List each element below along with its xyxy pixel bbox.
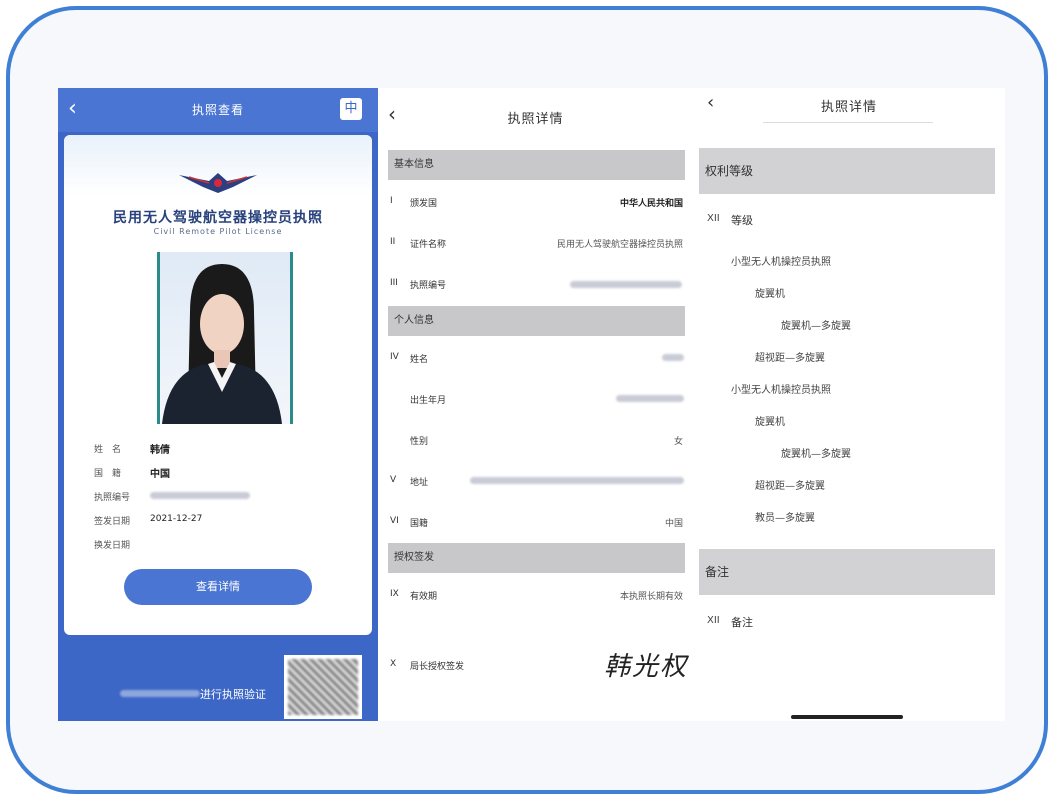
verify-text: 进行执照验证 [200, 688, 266, 701]
page-title: 执照查看 [191, 103, 244, 117]
license-card: 民用无人驾驶航空器操控员执照 Civil Remote Pilot Licens… [64, 135, 372, 635]
grade-label: 等级 [731, 214, 753, 227]
field-label-name: 姓 名 [94, 445, 122, 455]
tree-item: 超视距—多旋翼 [755, 353, 825, 364]
remark-number: XII [707, 615, 720, 626]
row-number: III [390, 278, 398, 288]
card-subtitle: Civil Remote Pilot License [153, 227, 283, 236]
row-value-nationality: 中国 [664, 519, 683, 529]
row-label-authorized-by: 局长授权签发 [410, 662, 465, 672]
field-label-license-no: 执照编号 [94, 493, 131, 503]
section-authorization: 授权签发 [388, 543, 685, 573]
signature: 韩光权 [604, 652, 689, 682]
blurred-license-no [570, 281, 682, 288]
row-label-validity: 有效期 [410, 592, 438, 602]
blurred-name [662, 354, 684, 361]
license-rating-screen: ‹ 执照详情 权利等级 XII 等级 小型无人机操控员执照 旋翼机 旋翼机—多旋… [693, 88, 1005, 721]
tree-item: 超视距—多旋翼 [755, 481, 825, 492]
row-number: IV [390, 352, 399, 362]
row-label-gender: 性别 [410, 437, 429, 447]
tree-item: 旋翼机 [755, 417, 785, 428]
section-rights-rating: 权利等级 [699, 148, 995, 194]
row-label-issuing-country: 颁发国 [410, 199, 438, 209]
tree-item: 旋翼机—多旋翼 [781, 449, 851, 460]
blurred-birth-date [616, 395, 684, 402]
row-number: X [390, 659, 397, 669]
field-value-name: 韩倩 [150, 445, 170, 456]
row-value-document-name: 民用无人驾驶航空器操控员执照 [556, 240, 683, 250]
language-icon[interactable]: 中 [340, 98, 362, 120]
field-label-renew-date: 换发日期 [94, 541, 131, 551]
blurred-address [470, 477, 684, 484]
row-label-license-no: 执照编号 [410, 281, 447, 291]
tree-item: 教员—多旋翼 [755, 513, 815, 524]
row-number: VI [390, 516, 399, 526]
row-label-document-name: 证件名称 [410, 240, 447, 250]
section-remarks: 备注 [699, 549, 995, 595]
field-value-issue-date: 2021-12-27 [150, 514, 203, 524]
blurred-license-no [150, 492, 250, 499]
tree-item: 旋翼机 [755, 289, 785, 300]
row-value-gender: 女 [673, 437, 683, 447]
view-details-button[interactable]: 查看详情 [124, 569, 312, 605]
field-label-nationality: 国 籍 [94, 469, 122, 479]
section-basic-info: 基本信息 [388, 150, 685, 180]
license-detail-screen: ‹ 执照详情 基本信息 I 颁发国 中华人民共和国 II 证件名称 民用无人驾驶… [378, 88, 693, 721]
divider [763, 122, 933, 123]
blurred-verify-text [120, 690, 200, 697]
caac-emblem-icon [179, 173, 257, 193]
row-number: V [390, 475, 397, 485]
row-number: I [390, 196, 393, 206]
home-indicator[interactable] [791, 715, 903, 719]
remark-label: 备注 [731, 616, 753, 629]
field-label-issue-date: 签发日期 [94, 517, 131, 527]
tree-item: 小型无人机操控员执照 [731, 385, 831, 396]
row-label-name: 姓名 [410, 355, 429, 365]
license-view-screen: ‹ 执照查看 中 民用无人驾驶航空器操控员执照 Civil Remote Pil… [58, 88, 378, 721]
qr-code[interactable] [284, 655, 362, 719]
card-title: 民用无人驾驶航空器操控员执照 [113, 210, 323, 226]
page-title: 执照详情 [507, 112, 564, 127]
row-label-address: 地址 [410, 478, 429, 488]
grade-number: XII [707, 213, 720, 224]
row-number: II [390, 237, 396, 247]
license-view-header: ‹ 执照查看 中 [58, 88, 378, 132]
row-label-nationality: 国籍 [410, 519, 429, 529]
section-personal-info: 个人信息 [388, 306, 685, 336]
pilot-photo [157, 252, 293, 424]
field-value-nationality: 中国 [150, 469, 170, 480]
row-value-validity: 本执照长期有效 [619, 592, 683, 602]
tree-item: 小型无人机操控员执照 [731, 257, 831, 268]
row-label-birth-date: 出生年月 [410, 396, 447, 406]
row-value-issuing-country: 中华人民共和国 [619, 199, 683, 209]
page-title: 执照详情 [820, 100, 877, 115]
row-number: IX [390, 589, 399, 599]
tree-item: 旋翼机—多旋翼 [781, 321, 851, 332]
